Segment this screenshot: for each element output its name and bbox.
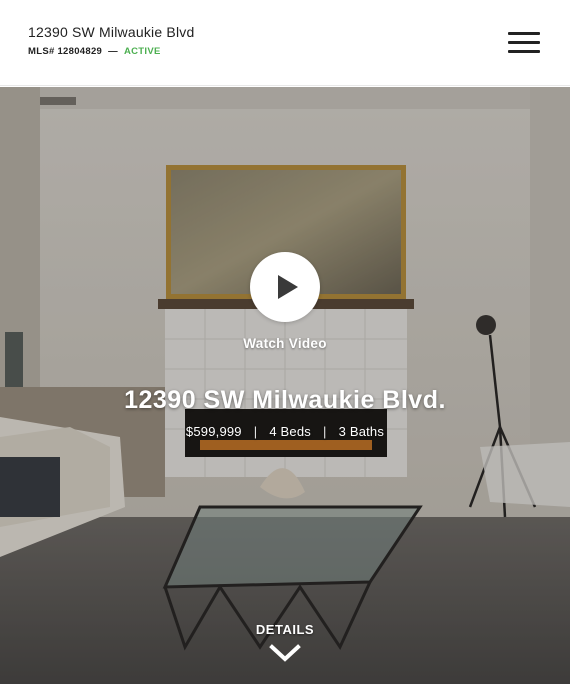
mls-status-row: MLS# 12804829 — ACTIVE — [28, 46, 161, 57]
menu-bar-top — [508, 32, 540, 35]
menu-bar-middle — [508, 41, 540, 44]
property-baths: 3 Baths — [338, 424, 385, 439]
property-beds: 4 Beds — [269, 424, 311, 439]
play-icon — [278, 275, 298, 299]
facts-divider: | — [323, 424, 327, 439]
watch-video-link[interactable]: Watch Video — [185, 336, 385, 351]
menu-bar-bottom — [508, 50, 540, 53]
play-video-button[interactable] — [250, 252, 320, 322]
property-price: $599,999 — [185, 424, 242, 439]
property-facts: $599,999 | 4 Beds | 3 Baths — [100, 424, 470, 439]
site-header: 12390 SW Milwaukie Blvd MLS# 12804829 — AC… — [0, 0, 570, 86]
chevron-down-icon[interactable] — [268, 642, 302, 664]
hero-section: Watch Video 12390 SW Milwaukie Blvd. $59… — [0, 87, 570, 684]
header-address: 12390 SW Milwaukie Blvd — [28, 24, 195, 40]
mls-separator: — — [108, 46, 118, 57]
mls-number: MLS# 12804829 — [28, 46, 103, 57]
details-link[interactable]: DETAILS — [235, 622, 335, 637]
property-title: 12390 SW Milwaukie Blvd. — [124, 386, 446, 414]
status-badge: ACTIVE — [123, 46, 161, 57]
facts-divider: | — [253, 424, 258, 439]
hamburger-menu-icon[interactable] — [506, 32, 542, 54]
